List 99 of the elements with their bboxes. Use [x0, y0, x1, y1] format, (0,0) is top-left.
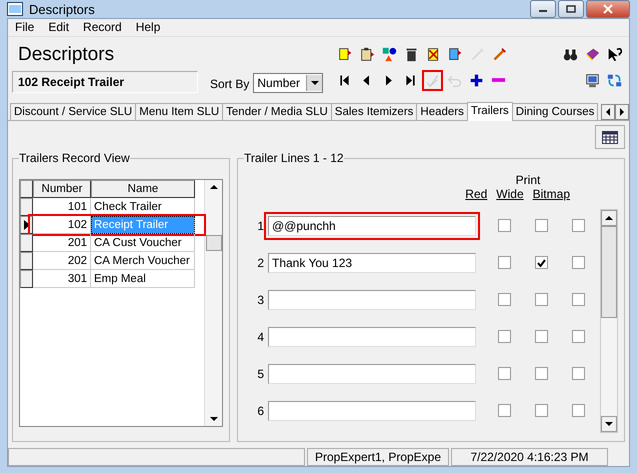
input-field[interactable]: Thank You 123 [268, 252, 476, 272]
help-pointer-icon [607, 46, 622, 62]
scroll-right-button[interactable] [615, 104, 629, 120]
line-number: 2 [256, 256, 265, 270]
document-icon [338, 46, 353, 62]
wand-icon [470, 46, 485, 62]
checkbox[interactable] [572, 404, 585, 417]
monitor-icon [585, 72, 600, 88]
maximize-button[interactable] [558, 0, 584, 18]
table-cell: CA Merch Voucher [91, 252, 195, 270]
input-field[interactable]: @@punchh [268, 216, 476, 236]
status-text: 7/22/2020 4:16:23 PM [451, 448, 608, 466]
column-header: Red [465, 187, 488, 201]
table-cell: 301 [33, 270, 91, 288]
down-arrow-icon [310, 79, 319, 87]
grid-corner [20, 180, 33, 198]
group-title: Trailers Record View [19, 151, 130, 165]
table-cell: CA Cust Voucher [91, 234, 195, 252]
line-number: 4 [256, 330, 265, 344]
input-field[interactable] [268, 364, 476, 384]
scroll-down-button[interactable] [601, 416, 617, 432]
checkbox[interactable] [498, 330, 511, 343]
line-number: 1 [256, 218, 265, 232]
close-icon [602, 4, 614, 14]
tab[interactable]: Trailers [466, 102, 513, 121]
status-text: PropExpert1, PropExpe [307, 448, 449, 466]
input-field[interactable] [268, 290, 476, 310]
checkbox[interactable] [498, 256, 511, 269]
shapes-icon [382, 46, 397, 62]
document-icon [448, 46, 463, 62]
checkbox[interactable] [535, 367, 548, 380]
column-header: Bitmap [532, 187, 570, 201]
up-arrow-icon [605, 214, 613, 222]
maximize-icon [566, 5, 576, 13]
down-arrow-icon [605, 420, 613, 428]
checkbox[interactable] [498, 367, 511, 380]
checkbox[interactable] [535, 330, 548, 343]
row-header[interactable] [20, 270, 33, 288]
close-button[interactable] [586, 0, 630, 18]
minus-icon [491, 77, 506, 83]
checkbox[interactable] [572, 256, 585, 269]
trash-icon [404, 46, 419, 62]
clipboard-icon [360, 46, 375, 62]
row-header[interactable] [20, 198, 33, 216]
scroll-up-button[interactable] [601, 210, 617, 226]
window-title: Descriptors [29, 2, 95, 16]
checkbox[interactable] [572, 219, 585, 232]
checkbox[interactable] [535, 404, 548, 417]
right-arrow-icon [618, 108, 626, 116]
scrollbar-thumb[interactable] [601, 226, 617, 318]
table-cell: 202 [33, 252, 91, 270]
check-icon [537, 258, 546, 266]
tab[interactable]: Discount / Service SLU [10, 103, 136, 120]
group-title: Trailer Lines 1 - 12 [244, 151, 344, 165]
menu-item[interactable]: Help [128, 19, 168, 36]
scrollbar-thumb[interactable] [206, 234, 222, 251]
checkbox[interactable] [535, 219, 548, 232]
record-name: 102 Receipt Trailer [12, 71, 198, 93]
calendar-icon [602, 130, 618, 144]
column-header[interactable]: Number [33, 180, 91, 198]
column-header[interactable]: Name [91, 180, 195, 198]
tab[interactable]: Dining Courses [512, 103, 598, 120]
page-title: Descriptors [17, 43, 116, 67]
table-cell: 201 [33, 234, 91, 252]
up-arrow-icon [210, 183, 218, 191]
column-header: Wide [496, 187, 524, 201]
minimize-button[interactable] [530, 0, 556, 18]
input-field[interactable] [268, 326, 476, 346]
row-header[interactable] [20, 234, 33, 252]
input-field[interactable] [268, 400, 476, 420]
checkbox[interactable] [498, 404, 511, 417]
checkbox[interactable] [498, 293, 511, 306]
menu-item[interactable]: File [8, 19, 42, 36]
table-cell: Emp Meal [91, 270, 195, 288]
menu-item[interactable]: Record [76, 19, 129, 36]
down-arrow-icon [210, 414, 218, 423]
row-header[interactable] [20, 252, 33, 270]
row-header[interactable] [20, 216, 33, 234]
column-header: Print [514, 173, 542, 187]
checkbox[interactable] [498, 219, 511, 232]
line-number: 3 [256, 292, 265, 306]
checkbox[interactable] [535, 256, 548, 269]
checkbox[interactable] [535, 293, 548, 306]
table-cell: Receipt Trailer [91, 216, 195, 234]
line-number: 5 [256, 366, 265, 380]
sort-dropdown[interactable]: Number [253, 73, 324, 93]
sort-label: Sort By [210, 77, 250, 93]
plus-icon [469, 72, 484, 88]
scroll-left-button[interactable] [601, 104, 615, 120]
checkbox[interactable] [572, 367, 585, 380]
left-arrow-icon [604, 108, 612, 116]
pen-icon [492, 46, 507, 62]
menu-item[interactable]: Edit [41, 19, 76, 36]
calendar-button[interactable] [595, 125, 625, 149]
current-row-icon [24, 220, 30, 230]
checkbox[interactable] [572, 330, 585, 343]
line-number: 6 [256, 404, 265, 418]
checkbox[interactable] [572, 293, 585, 306]
app-icon [7, 2, 23, 16]
